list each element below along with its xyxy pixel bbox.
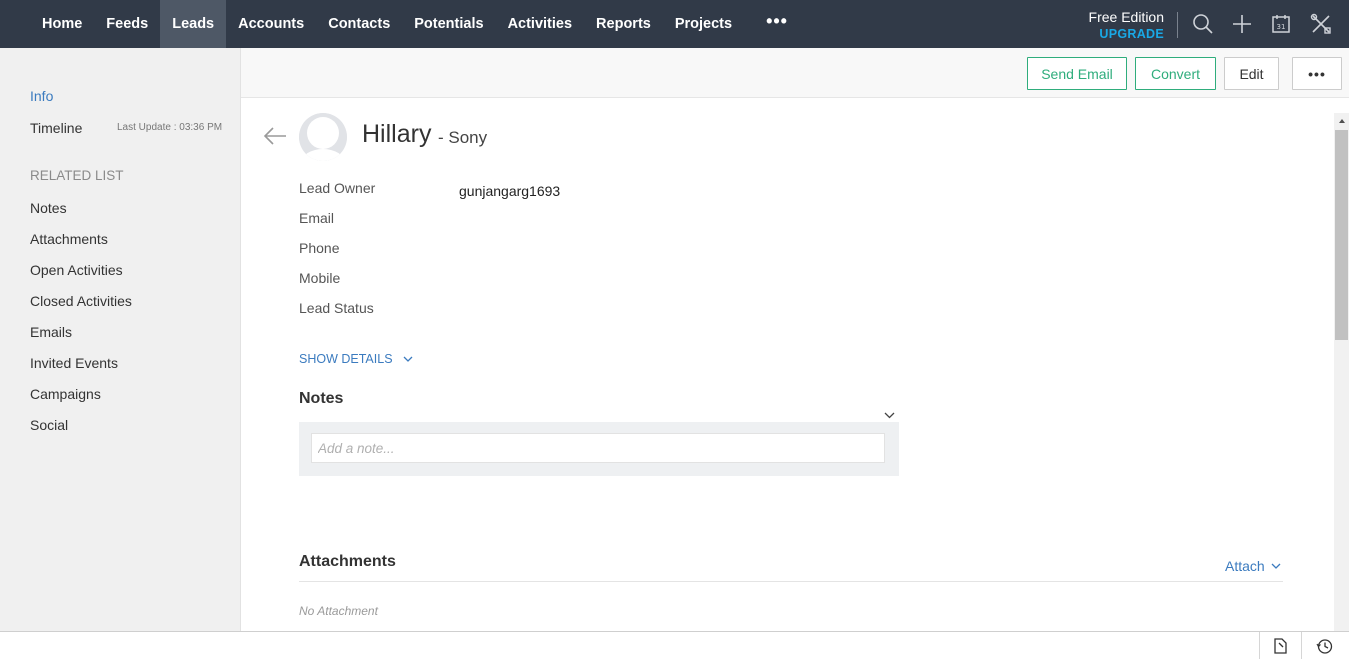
- nav-item-activities[interactable]: Activities: [496, 0, 584, 48]
- attach-label: Attach: [1225, 558, 1265, 574]
- plus-icon[interactable]: [1230, 12, 1254, 36]
- vertical-scrollbar[interactable]: [1334, 113, 1349, 631]
- bottom-bar-divider: [1301, 632, 1302, 659]
- attachments-section-title: Attachments: [299, 553, 396, 570]
- nav-more-menu[interactable]: •••: [744, 0, 810, 48]
- last-update-text: Last Update : 03:36 PM: [117, 122, 223, 133]
- back-arrow-icon[interactable]: [263, 126, 287, 151]
- avatar: [299, 113, 347, 161]
- nav-items: Home Feeds Leads Accounts Contacts Poten…: [30, 0, 810, 48]
- action-bar: Send Email Convert Edit •••: [241, 48, 1349, 98]
- edition-info: Free Edition UPGRADE: [1089, 9, 1164, 43]
- notes-box: [299, 422, 899, 476]
- lead-name: Hillary: [362, 120, 432, 148]
- more-actions-button[interactable]: •••: [1292, 57, 1342, 90]
- related-list: Notes Attachments Open Activities Closed…: [30, 200, 132, 448]
- sidebar-item-social[interactable]: Social: [30, 417, 132, 448]
- no-attachment-text: No Attachment: [299, 604, 378, 618]
- attachments-divider: [299, 581, 1283, 582]
- scroll-up-arrow-icon[interactable]: [1334, 113, 1349, 129]
- sidebar-item-emails[interactable]: Emails: [30, 324, 132, 355]
- nav-item-accounts[interactable]: Accounts: [226, 0, 316, 48]
- history-clock-icon[interactable]: [1315, 637, 1333, 655]
- calendar-icon[interactable]: 31: [1269, 12, 1293, 36]
- related-list-heading: RELATED LIST: [30, 168, 124, 183]
- field-label-mobile: Mobile: [299, 270, 341, 286]
- show-details-link[interactable]: SHOW DETAILS: [299, 352, 413, 366]
- send-email-button[interactable]: Send Email: [1027, 57, 1127, 90]
- sidebar-item-open-activities[interactable]: Open Activities: [30, 262, 132, 293]
- nav-item-leads[interactable]: Leads: [160, 0, 227, 48]
- edit-button[interactable]: Edit: [1224, 57, 1279, 90]
- show-details-label: SHOW DETAILS: [299, 352, 393, 366]
- nav-item-home[interactable]: Home: [30, 0, 94, 48]
- attach-dropdown-link[interactable]: Attach: [1225, 558, 1281, 574]
- sidebar-item-timeline[interactable]: Timeline: [30, 120, 82, 136]
- nav-divider: [1177, 12, 1178, 38]
- chevron-down-icon: [1271, 563, 1281, 569]
- sidebar: Info Timeline Last Update : 03:36 PM REL…: [0, 48, 241, 631]
- tools-icon[interactable]: [1309, 12, 1333, 36]
- notes-section-title: Notes: [299, 390, 344, 407]
- calendar-day: 31: [1277, 23, 1286, 31]
- add-note-input[interactable]: [311, 433, 885, 463]
- sidebar-item-invited-events[interactable]: Invited Events: [30, 355, 132, 386]
- field-label-phone: Phone: [299, 240, 340, 256]
- sidebar-item-attachments[interactable]: Attachments: [30, 231, 132, 262]
- field-label-lead-status: Lead Status: [299, 300, 374, 316]
- nav-item-potentials[interactable]: Potentials: [402, 0, 495, 48]
- field-label-email: Email: [299, 210, 335, 226]
- scrollbar-thumb[interactable]: [1335, 130, 1348, 340]
- field-value-lead-owner[interactable]: gunjangarg1693: [459, 183, 560, 199]
- lead-company: - Sony: [438, 128, 488, 147]
- chevron-down-icon: [403, 356, 412, 362]
- sidebar-item-campaigns[interactable]: Campaigns: [30, 386, 132, 417]
- search-icon[interactable]: [1191, 12, 1215, 36]
- record-detail-panel: Hillary - Sony Lead Owner gunjangarg1693…: [241, 98, 1334, 631]
- nav-item-projects[interactable]: Projects: [663, 0, 744, 48]
- bottom-bar-divider: [1259, 632, 1260, 659]
- sidebar-item-notes[interactable]: Notes: [30, 200, 132, 231]
- field-label-lead-owner: Lead Owner: [299, 180, 376, 196]
- nav-item-contacts[interactable]: Contacts: [316, 0, 402, 48]
- nav-item-reports[interactable]: Reports: [584, 0, 663, 48]
- convert-button[interactable]: Convert: [1135, 57, 1216, 90]
- upgrade-link[interactable]: UPGRADE: [1089, 26, 1164, 43]
- notes-sticky-icon[interactable]: [1271, 637, 1289, 655]
- sidebar-item-info[interactable]: Info: [30, 88, 53, 104]
- edition-label: Free Edition: [1088, 9, 1164, 25]
- nav-item-feeds[interactable]: Feeds: [94, 0, 160, 48]
- sidebar-item-closed-activities[interactable]: Closed Activities: [30, 293, 132, 324]
- bottom-bar: [0, 631, 1349, 659]
- top-navigation-bar: Home Feeds Leads Accounts Contacts Poten…: [0, 0, 1349, 48]
